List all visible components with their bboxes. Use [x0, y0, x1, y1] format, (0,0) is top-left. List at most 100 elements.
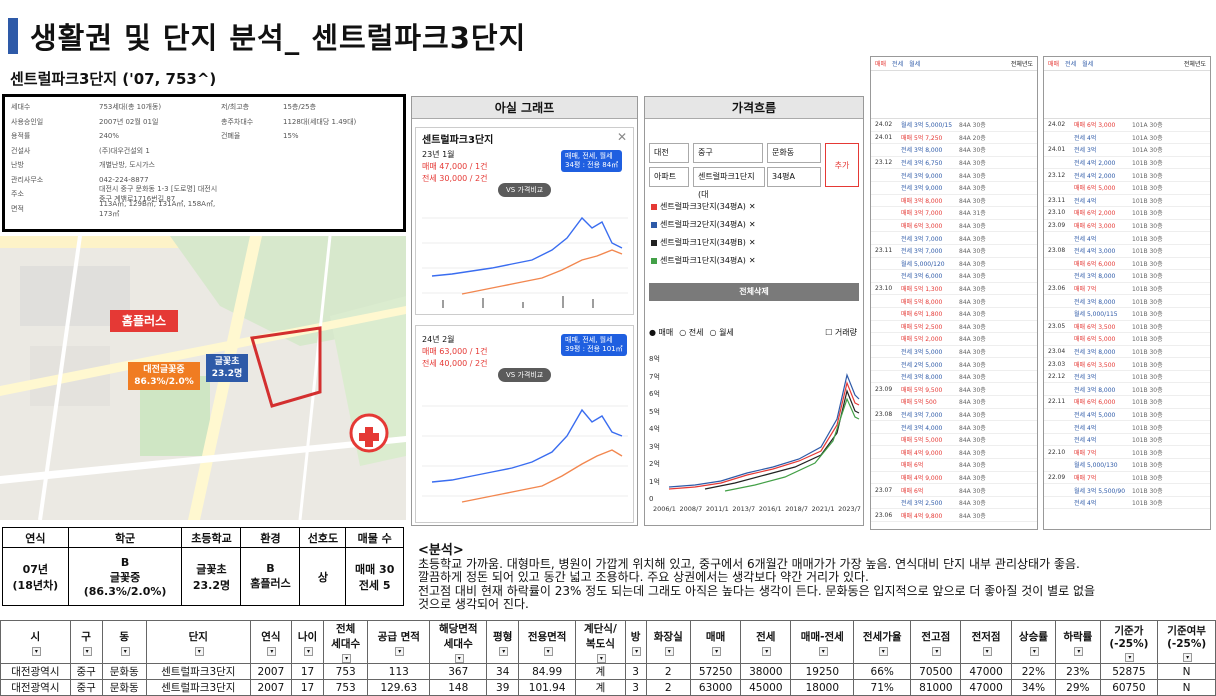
year-select[interactable]: 전체년도: [1184, 59, 1206, 68]
card1-type-pill[interactable]: 매매, 전세, 월세 34평 : 전용 84㎡: [561, 150, 623, 172]
column-header[interactable]: 기준가 (-25%) ▾: [1099, 620, 1159, 664]
remove-icon[interactable]: ✕: [749, 256, 756, 265]
list-item[interactable]: 24.02 월세 3억 5,000/15 84A 30층: [871, 119, 1037, 132]
filter-dropdown-icon[interactable]: ▾: [878, 646, 888, 656]
list-item[interactable]: 23.09 매매 5억 9,500 84A 30층: [871, 383, 1037, 397]
region-select[interactable]: 대전: [649, 143, 689, 163]
legend-3[interactable]: 센트럴파크1단지(34평B) ✕: [651, 237, 756, 248]
list-item[interactable]: 전세 3억 8,000 101B 30층: [1044, 295, 1210, 308]
list-item[interactable]: 23.06 매매 7억 101B 30층: [1044, 283, 1210, 296]
list-item[interactable]: 매매 5억 2,500 84A 30층: [871, 321, 1037, 334]
list-item[interactable]: 22.11 매매 6억 6,000 101B 30층: [1044, 396, 1210, 409]
column-header[interactable]: 동 ▾: [101, 620, 147, 664]
card2-vs-button[interactable]: VS 가격비교: [498, 368, 552, 382]
list-item[interactable]: 전세 3억 2,500 84A 30층: [871, 497, 1037, 510]
remove-icon[interactable]: ✕: [749, 202, 756, 211]
filter-dropdown-icon[interactable]: ▾: [632, 646, 642, 656]
list-item[interactable]: 전세 2억 5,000 84A 30층: [871, 358, 1037, 371]
filter-dropdown-icon[interactable]: ▾: [664, 646, 674, 656]
clear-all-button[interactable]: 전체삭제: [649, 283, 859, 301]
column-header[interactable]: 상승률 ▾: [1010, 620, 1057, 664]
filter-dropdown-icon[interactable]: ▾: [1029, 646, 1039, 656]
dong-select[interactable]: 문화동: [767, 143, 821, 163]
list-item[interactable]: 전세 3억 8,000 84A 30층: [871, 144, 1037, 157]
complex-select[interactable]: 센트럴파크1단지(대: [693, 167, 765, 199]
list-item[interactable]: 22.12 전세 3억 101B 30층: [1044, 371, 1210, 384]
list-item[interactable]: 전세 4억 2,000 101B 30층: [1044, 157, 1210, 170]
list-item[interactable]: 매매 3억 7,000 84A 31층: [871, 207, 1037, 220]
list-item[interactable]: 매매 5억 2,000 84A 30층: [871, 333, 1037, 346]
list-item[interactable]: 전세 4억 101B 30층: [1044, 421, 1210, 434]
type-select[interactable]: 아파트: [649, 167, 689, 187]
list-item[interactable]: 매매 5억 5,000 84A 30층: [871, 434, 1037, 447]
column-header[interactable]: 평형 ▾: [486, 620, 520, 664]
legend-4[interactable]: 센트럴파크1단지(34평A) ✕: [651, 255, 756, 266]
legend-1[interactable]: 센트럴파크3단지(34평A) ✕: [651, 201, 756, 212]
legend-2[interactable]: 센트럴파크2단지(34평A) ✕: [651, 219, 756, 230]
list-item[interactable]: 23.10 매매 5억 1,300 84A 30층: [871, 283, 1037, 296]
column-header[interactable]: 화장실 ▾: [645, 620, 691, 664]
filter-dropdown-icon[interactable]: ▾: [932, 646, 942, 656]
list-item[interactable]: 월세 5,000/115 101B 30층: [1044, 308, 1210, 321]
list-item[interactable]: 22.10 매매 7억 101B 30층: [1044, 446, 1210, 460]
year-select[interactable]: 전체년도: [1011, 59, 1033, 68]
remove-icon[interactable]: ✕: [749, 220, 756, 229]
filter-dropdown-icon[interactable]: ▾: [982, 646, 992, 656]
column-header[interactable]: 전체 세대수 ▾: [322, 620, 369, 664]
column-header[interactable]: 공급 면적 ▾: [367, 620, 431, 664]
list-item[interactable]: 전세 3억 8,000 101B 30층: [1044, 383, 1210, 397]
list-item[interactable]: 전세 4억 5,000 101B 30층: [1044, 409, 1210, 422]
list-item[interactable]: 전세 4억 101A 30층: [1044, 132, 1210, 145]
column-header[interactable]: 구 ▾: [69, 620, 103, 664]
list-item[interactable]: 23.12 전세 4억 2,000 101B 30층: [1044, 169, 1210, 182]
filter-dropdown-icon[interactable]: ▾: [543, 646, 553, 656]
list-item[interactable]: 매매 4억 9,000 84A 30층: [871, 446, 1037, 460]
column-header[interactable]: 연식 ▾: [249, 620, 293, 664]
column-header[interactable]: 시 ▾: [0, 620, 71, 664]
list-item[interactable]: 23.08 전세 4억 3,000 101B 30층: [1044, 245, 1210, 258]
close-icon[interactable]: ✕: [617, 130, 627, 144]
radio-wolse[interactable]: ○ 월세: [710, 327, 734, 338]
filter-dropdown-icon[interactable]: ▾: [1125, 652, 1135, 662]
list-item[interactable]: 23.11 전세 3억 7,000 84A 30층: [871, 245, 1037, 258]
list-item[interactable]: 전세 3억 7,000 84A 30층: [871, 232, 1037, 245]
list-item[interactable]: 24.02 매매 6억 3,000 101A 30층: [1044, 119, 1210, 132]
list-item[interactable]: 23.05 매매 6억 3,500 101B 30층: [1044, 321, 1210, 334]
list-item[interactable]: 23.11 전세 4억 101B 30층: [1044, 195, 1210, 208]
list-item[interactable]: 매매 5억 500 84A 30층: [871, 396, 1037, 409]
filter-dropdown-icon[interactable]: ▾: [454, 654, 464, 663]
list-item[interactable]: 매매 6억 3,000 84A 30층: [871, 220, 1037, 233]
list-item[interactable]: 23.08 전세 3억 7,000 84A 30층: [871, 409, 1037, 422]
filter-dropdown-icon[interactable]: ▾: [120, 646, 130, 656]
filter-dropdown-icon[interactable]: ▾: [818, 646, 828, 656]
map-view[interactable]: 홈플러스 대전글꽃중 86.3%/2.0% 글꽃초 23.2명: [0, 236, 406, 520]
filter-dropdown-icon[interactable]: ▾: [395, 646, 405, 656]
apsil-card-1[interactable]: 센트럴파크3단지 ✕ 23년 1월 매매 47,000 / 1건 전세 30,0…: [415, 127, 634, 315]
apsil-card-2[interactable]: 24년 2월 매매 63,000 / 1건 전세 40,000 / 2건 매매,…: [415, 325, 634, 523]
list-tab[interactable]: 매매: [875, 59, 886, 68]
column-header[interactable]: 나이 ▾: [291, 620, 324, 664]
list-item[interactable]: 전세 3억 9,000 84A 30층: [871, 169, 1037, 182]
transaction-list-39[interactable]: 매매 전세 월세 전체년도 24.02 매매 6억 3,000 101A 30층 전세 4억 1…: [1043, 56, 1211, 530]
list-item[interactable]: 23.07 매매 6억 84A 30층: [871, 484, 1037, 497]
filter-dropdown-icon[interactable]: ▾: [762, 646, 772, 656]
list-tab[interactable]: 전세: [1065, 59, 1076, 68]
column-header[interactable]: 하락률 ▾: [1055, 620, 1101, 664]
list-item[interactable]: 23.03 매매 6억 3,500 101B 30층: [1044, 358, 1210, 371]
column-header[interactable]: 기준여부 (-25%) ▾: [1157, 620, 1216, 664]
list-item[interactable]: 전세 3억 5,000 84A 30층: [871, 346, 1037, 359]
column-header[interactable]: 전고점 ▾: [910, 620, 962, 664]
list-item[interactable]: 매매 4억 9,000 84A 30층: [871, 472, 1037, 485]
list-item[interactable]: 전세 3억 4,000 84A 30층: [871, 421, 1037, 434]
list-item[interactable]: 매매 3억 8,000 84A 30층: [871, 195, 1037, 208]
column-header[interactable]: 방 ▾: [624, 620, 647, 664]
list-item[interactable]: 매매 6억 84A 30층: [871, 459, 1037, 472]
filter-dropdown-icon[interactable]: ▾: [712, 646, 722, 656]
filter-dropdown-icon[interactable]: ▾: [304, 646, 314, 656]
list-item[interactable]: 22.09 매매 7억 101B 30층: [1044, 472, 1210, 485]
column-header[interactable]: 단지 ▾: [145, 620, 251, 664]
filter-dropdown-icon[interactable]: ▾: [194, 646, 204, 656]
list-item[interactable]: 매매 6억 1,800 84A 30층: [871, 308, 1037, 321]
list-item[interactable]: 23.10 매매 6억 2,000 101B 30층: [1044, 207, 1210, 220]
filter-dropdown-icon[interactable]: ▾: [267, 646, 277, 656]
